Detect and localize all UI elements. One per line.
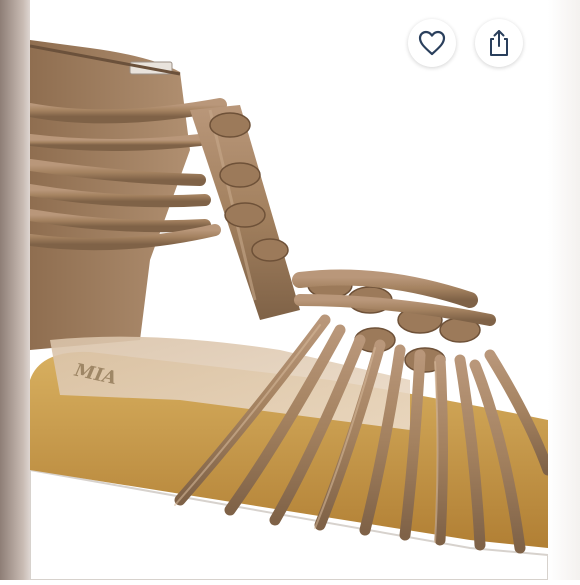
heart-outline-icon: [418, 30, 446, 56]
sandal-image: MIA: [23, 40, 554, 581]
share-upload-icon: [490, 30, 508, 56]
right-edge: [548, 0, 580, 580]
image-viewer: MIA: [0, 0, 580, 581]
product-photo[interactable]: MIA: [23, 0, 554, 581]
share-button[interactable]: [475, 19, 523, 67]
like-button[interactable]: [408, 19, 456, 67]
